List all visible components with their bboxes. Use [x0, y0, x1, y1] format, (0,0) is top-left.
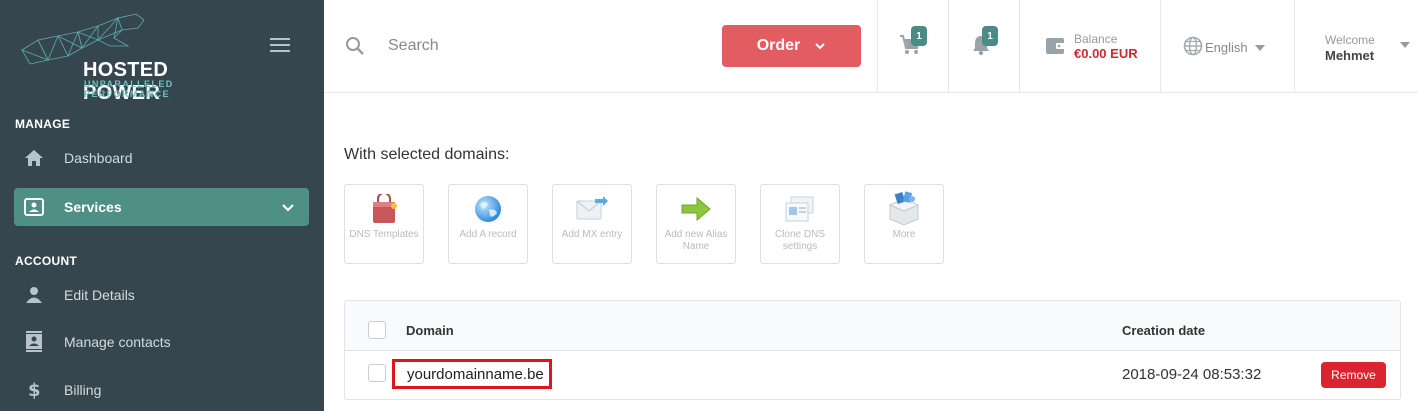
user-menu[interactable]: Welcome Mehmet: [1325, 33, 1410, 63]
domain-name-cell[interactable]: yourdomainname.be: [392, 359, 552, 389]
add-a-record-button[interactable]: Add A record: [448, 184, 528, 264]
sidebar-item-billing[interactable]: $ Billing: [14, 371, 309, 409]
top-header: Order 1 1 Balance €0.00 EUR English: [324, 0, 1418, 93]
id-card-icon: [14, 188, 54, 226]
search-input[interactable]: [388, 30, 688, 62]
tool-label: Add new Alias Name: [664, 229, 728, 252]
sidebar-item-label: Edit Details: [64, 287, 135, 303]
clone-icon: [783, 193, 817, 225]
clone-dns-settings-button[interactable]: Clone DNS settings: [760, 184, 840, 264]
box-icon: [884, 191, 924, 226]
order-label: Order: [756, 37, 801, 54]
table-row: yourdomainname.be 2018-09-24 08:53:32 Re…: [345, 352, 1400, 398]
contacts-icon: [14, 323, 54, 361]
column-header-creation-date[interactable]: Creation date: [1122, 323, 1205, 338]
mail-forward-icon: [575, 193, 609, 225]
dollar-icon: $: [14, 371, 54, 409]
language-label: English: [1205, 40, 1248, 55]
home-icon: [14, 139, 54, 177]
sidebar-item-edit-details[interactable]: Edit Details: [14, 276, 309, 314]
select-all-checkbox[interactable]: [368, 321, 386, 339]
order-button[interactable]: Order: [722, 25, 861, 67]
row-checkbox[interactable]: [368, 364, 386, 382]
user-name: Mehmet: [1325, 48, 1375, 63]
notification-count-badge: 1: [982, 26, 998, 46]
language-selector[interactable]: English: [1183, 36, 1265, 59]
sidebar-item-label: Services: [64, 199, 122, 215]
chevron-down-icon: [814, 37, 826, 55]
caret-down-icon: [1400, 42, 1410, 48]
chevron-down-icon: [281, 200, 295, 216]
shopping-bag-icon: [370, 193, 398, 225]
tool-label: DNS Templates: [349, 229, 419, 240]
welcome-label: Welcome: [1325, 33, 1375, 47]
globe-icon: [1183, 36, 1203, 59]
dns-templates-button[interactable]: DNS Templates: [344, 184, 424, 264]
bulk-actions-toolbar: DNS Templates Add A record Add MX entry …: [344, 184, 944, 264]
domains-table: Domain Creation date yourdomainname.be 2…: [344, 300, 1401, 400]
sidebar-item-label: Dashboard: [64, 150, 133, 166]
add-alias-name-button[interactable]: Add new Alias Name: [656, 184, 736, 264]
brand-logo[interactable]: HOSTED POWER UNPARALLELED PERFORMANCE: [8, 10, 248, 104]
sidebar-item-dashboard[interactable]: Dashboard: [14, 139, 309, 177]
tool-label: Clone DNS settings: [774, 229, 826, 252]
sidebar-item-services[interactable]: Services: [14, 188, 309, 226]
table-header: Domain Creation date: [345, 301, 1400, 351]
globe-icon: [473, 193, 503, 225]
creation-date-cell: 2018-09-24 08:53:32: [1122, 366, 1262, 383]
tool-label: Add MX entry: [561, 229, 623, 240]
header-divider: [877, 0, 878, 93]
cart-button[interactable]: 1: [899, 26, 927, 61]
remove-button[interactable]: Remove: [1321, 362, 1386, 388]
search-icon: [345, 36, 365, 61]
column-header-domain[interactable]: Domain: [406, 323, 454, 338]
cart-count-badge: 1: [911, 26, 927, 46]
sidebar-item-label: Manage contacts: [64, 334, 171, 350]
header-divider: [948, 0, 949, 93]
balance-value: €0.00 EUR: [1074, 46, 1138, 61]
brand-subtitle: UNPARALLELED PERFORMANCE: [84, 79, 174, 99]
section-title-manage: MANAGE: [15, 117, 71, 131]
user-icon: [14, 276, 54, 314]
add-mx-entry-button[interactable]: Add MX entry: [552, 184, 632, 264]
sidebar: HOSTED POWER UNPARALLELED PERFORMANCE MA…: [0, 0, 324, 411]
menu-toggle-icon[interactable]: [270, 38, 290, 54]
more-button[interactable]: More: [864, 184, 944, 264]
header-divider: [1019, 0, 1020, 93]
caret-down-icon: [1254, 44, 1265, 51]
header-divider: [1160, 0, 1161, 93]
balance-label: Balance: [1074, 32, 1118, 46]
with-selected-label: With selected domains:: [344, 146, 510, 163]
arrow-right-icon: [680, 193, 712, 225]
svg-text:$: $: [28, 380, 41, 400]
tool-label: More: [892, 229, 916, 240]
sidebar-item-label: Billing: [64, 382, 102, 398]
notifications-button[interactable]: 1: [971, 26, 998, 61]
wallet-icon: [1046, 37, 1066, 60]
section-title-account: ACCOUNT: [15, 254, 78, 268]
tool-label: Add A record: [459, 229, 517, 240]
sidebar-item-manage-contacts[interactable]: Manage contacts: [14, 323, 309, 361]
header-divider: [1294, 0, 1295, 93]
